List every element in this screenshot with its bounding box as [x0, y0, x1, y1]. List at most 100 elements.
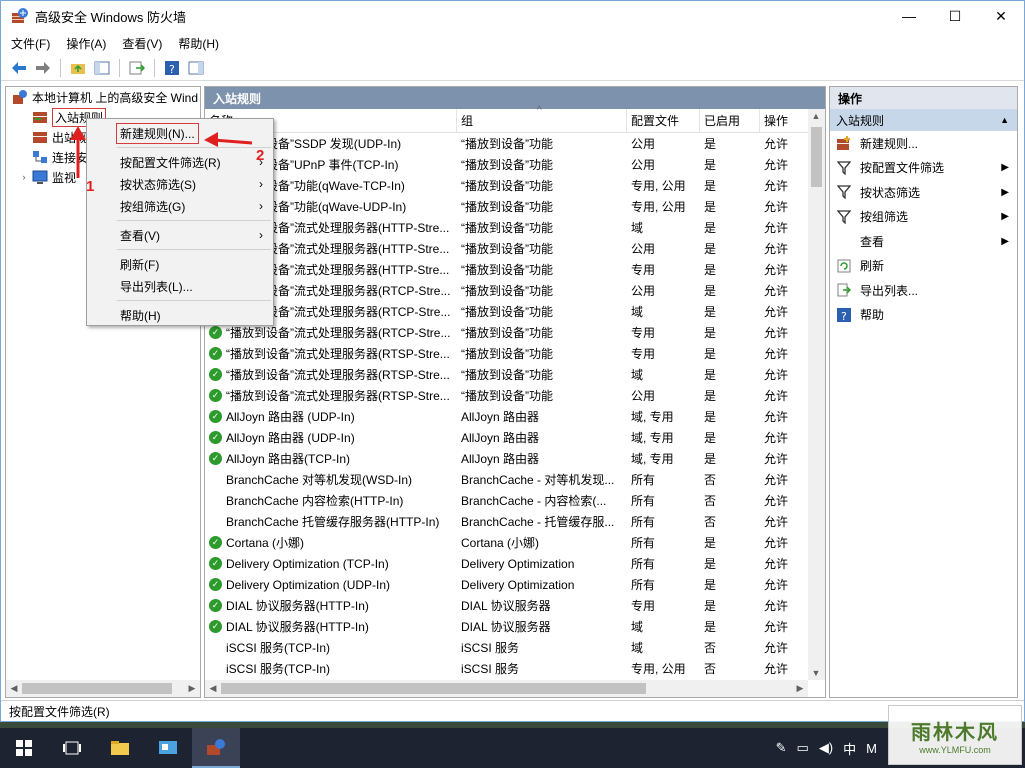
cm-view[interactable]: 查看(V) › — [87, 224, 273, 246]
scroll-thumb[interactable] — [221, 683, 646, 694]
table-row[interactable]: ✓“播放到设备”SSDP 发现(UDP-In)“播放到设备”功能公用是允许 — [205, 133, 808, 154]
rule-name: Delivery Optimization (UDP-In) — [226, 577, 391, 592]
rule-enabled: 是 — [704, 347, 717, 361]
table-row[interactable]: iSCSI 服务(TCP-In) iSCSI 服务 域 否 允许 — [205, 637, 808, 658]
submenu-arrow-icon: › — [259, 199, 263, 213]
volume-icon[interactable]: ◀) — [819, 740, 833, 756]
table-row[interactable]: ✓ “播放到设备”流式处理服务器(RTSP-Stre... “播放到设备”功能 专用 是… — [205, 343, 808, 364]
table-row[interactable]: ✓ AllJoyn 路由器 (UDP-In) AllJoyn 路由器 域, 专用 是 允许 — [205, 427, 808, 448]
action-item[interactable]: 查看 ▶ — [830, 229, 1017, 254]
table-row[interactable]: ✓ Delivery Optimization (UDP-In) Delivery … — [205, 574, 808, 595]
table-row[interactable]: ✓ DIAL 协议服务器(HTTP-In) DIAL 协议服务器 域 是 允许 — [205, 616, 808, 637]
forward-icon[interactable] — [33, 58, 53, 78]
table-row[interactable]: ✓“播放到设备”功能(qWave-UDP-In)“播放到设备”功能专用, 公用是… — [205, 196, 808, 217]
action-item[interactable]: 导出列表... — [830, 278, 1017, 303]
action-item[interactable]: 刷新 — [830, 254, 1017, 279]
table-row[interactable]: ✓ “播放到设备”流式处理服务器(RTSP-Stre... “播放到设备”功能 域 是 允… — [205, 364, 808, 385]
actions-section-inbound[interactable]: 入站规则 ▲ — [830, 109, 1017, 131]
title-bar[interactable]: 高级安全 Windows 防火墙 — ☐ ✕ — [1, 1, 1024, 31]
enabled-check-icon: ✓ — [209, 326, 222, 339]
help-icon[interactable]: ? — [162, 58, 182, 78]
cm-new-rule[interactable]: 新建规则(N)... — [87, 122, 273, 144]
menu-file[interactable]: 文件(F) — [11, 35, 50, 52]
table-row[interactable]: BranchCache 对等机发现(WSD-In) BranchCache - 对… — [205, 469, 808, 490]
minimize-button[interactable]: — — [886, 1, 932, 31]
cm-export[interactable]: 导出列表(L)... — [87, 275, 273, 297]
scroll-left-icon[interactable]: ◀ — [205, 683, 221, 694]
show-hide-tree-icon[interactable] — [92, 58, 112, 78]
action-item-label: 按配置文件筛选 — [860, 161, 945, 176]
file-explorer-icon[interactable] — [96, 728, 144, 768]
rule-name-cell: ✓ AllJoyn 路由器(TCP-In) — [205, 450, 457, 467]
table-row[interactable]: ✓“播放到设备”UPnP 事件(TCP-In)“播放到设备”功能公用是允许 — [205, 154, 808, 175]
scroll-up-icon[interactable]: ▲ — [808, 111, 824, 121]
table-row[interactable]: iSCSI 服务(TCP-In) iSCSI 服务 专用, 公用 否 允许 — [205, 658, 808, 679]
scroll-right-icon[interactable]: ▶ — [792, 683, 808, 694]
ime-mode[interactable]: M — [866, 741, 877, 756]
actions-pane-title: 操作 — [830, 87, 1017, 109]
rule-name: AllJoyn 路由器 (UDP-In) — [226, 410, 355, 424]
action-pane-icon[interactable] — [186, 58, 206, 78]
table-row[interactable]: ✓“播放到设备”流式处理服务器(RTCP-Stre...“播放到设备”功能域是允… — [205, 301, 808, 322]
collapse-icon[interactable]: ▲ — [1000, 115, 1009, 125]
scroll-thumb[interactable] — [22, 683, 172, 694]
table-row[interactable]: ✓ Cortana (小娜) Cortana (小娜) 所有 是 允许 — [205, 532, 808, 553]
network-icon[interactable]: ▭ — [797, 740, 809, 756]
table-row[interactable]: ✓“播放到设备”流式处理服务器(HTTP-Stre...“播放到设备”功能域是允… — [205, 217, 808, 238]
table-row[interactable]: BranchCache 内容检索(HTTP-In) BranchCache - 内… — [205, 490, 808, 511]
up-folder-icon[interactable] — [68, 58, 88, 78]
table-row[interactable]: ✓“播放到设备”功能(qWave-TCP-In)“播放到设备”功能专用, 公用是… — [205, 175, 808, 196]
action-item[interactable]: ? 帮助 — [830, 303, 1017, 328]
action-item[interactable]: 按配置文件筛选 ▶ — [830, 156, 1017, 181]
ime-indicator[interactable]: 中 — [843, 739, 856, 758]
toolbar-divider — [119, 58, 120, 77]
table-row[interactable]: ✓ AllJoyn 路由器(TCP-In) AllJoyn 路由器 域, 专用 是 允许 — [205, 448, 808, 469]
firewall-icon — [13, 90, 27, 104]
cm-help[interactable]: 帮助(H) — [87, 304, 273, 326]
rule-profile: 所有 — [631, 557, 656, 571]
close-button[interactable]: ✕ — [978, 1, 1024, 31]
table-row[interactable]: ✓“播放到设备”流式处理服务器(HTTP-Stre...“播放到设备”功能专用是… — [205, 259, 808, 280]
back-icon[interactable] — [9, 58, 29, 78]
scroll-down-icon[interactable]: ▼ — [808, 668, 824, 678]
start-windows-icon[interactable] — [0, 728, 48, 768]
rule-profile: 所有 — [631, 578, 656, 592]
action-item[interactable]: 新建规则... — [830, 131, 1017, 156]
action-item[interactable]: 按状态筛选 ▶ — [830, 180, 1017, 205]
tree-horizontal-scrollbar[interactable]: ◀ ▶ — [6, 680, 200, 697]
task-view-icon[interactable] — [48, 728, 96, 768]
col-action[interactable]: 操作 — [760, 109, 808, 132]
control-panel-icon[interactable] — [144, 728, 192, 768]
rules-horizontal-scrollbar[interactable]: ◀ ▶ — [205, 680, 808, 697]
expand-chevron-icon[interactable]: › — [18, 172, 30, 182]
col-enabled[interactable]: 已启用 — [700, 109, 760, 132]
rules-vertical-scrollbar[interactable]: ▲ ▼ — [808, 109, 825, 680]
scroll-right-icon[interactable]: ▶ — [184, 683, 200, 694]
cm-filter-group[interactable]: 按组筛选(G) › — [87, 195, 273, 217]
col-profile[interactable]: 配置文件 — [627, 109, 700, 132]
help-icon: ? — [836, 307, 852, 323]
table-row[interactable]: ✓ AllJoyn 路由器 (UDP-In) AllJoyn 路由器 域, 专用 是 允许 — [205, 406, 808, 427]
export-list-icon[interactable] — [127, 58, 147, 78]
col-group[interactable]: 组 — [457, 109, 627, 132]
scroll-thumb[interactable] — [811, 127, 822, 187]
maximize-button[interactable]: ☐ — [932, 1, 978, 31]
cm-filter-profile[interactable]: 按配置文件筛选(R) › — [87, 151, 273, 173]
table-row[interactable]: ✓ DIAL 协议服务器(HTTP-In) DIAL 协议服务器 专用 是 允许 — [205, 595, 808, 616]
cm-filter-state[interactable]: 按状态筛选(S) › — [87, 173, 273, 195]
pen-icon[interactable]: ✎ — [776, 740, 787, 756]
menu-action[interactable]: 操作(A) — [66, 35, 106, 52]
table-row[interactable]: ✓ Delivery Optimization (TCP-In) Delivery … — [205, 553, 808, 574]
scroll-left-icon[interactable]: ◀ — [6, 683, 22, 694]
table-row[interactable]: BranchCache 托管缓存服务器(HTTP-In) BranchCache … — [205, 511, 808, 532]
table-row[interactable]: ✓“播放到设备”流式处理服务器(RTCP-Stre...“播放到设备”功能公用是… — [205, 280, 808, 301]
action-item[interactable]: 按组筛选 ▶ — [830, 205, 1017, 230]
table-row[interactable]: ✓ “播放到设备”流式处理服务器(RTCP-Stre... “播放到设备”功能 专用 是… — [205, 322, 808, 343]
cm-refresh[interactable]: 刷新(F) — [87, 253, 273, 275]
firewall-taskbar-icon[interactable] — [192, 728, 240, 768]
menu-view[interactable]: 查看(V) — [122, 35, 162, 52]
table-row[interactable]: ✓ “播放到设备”流式处理服务器(RTSP-Stre... “播放到设备”功能 公用 是… — [205, 385, 808, 406]
table-row[interactable]: ✓“播放到设备”流式处理服务器(HTTP-Stre...“播放到设备”功能公用是… — [205, 238, 808, 259]
menu-help[interactable]: 帮助(H) — [178, 35, 219, 52]
tree-item-root[interactable]: 本地计算机 上的高级安全 Wind — [6, 87, 200, 107]
